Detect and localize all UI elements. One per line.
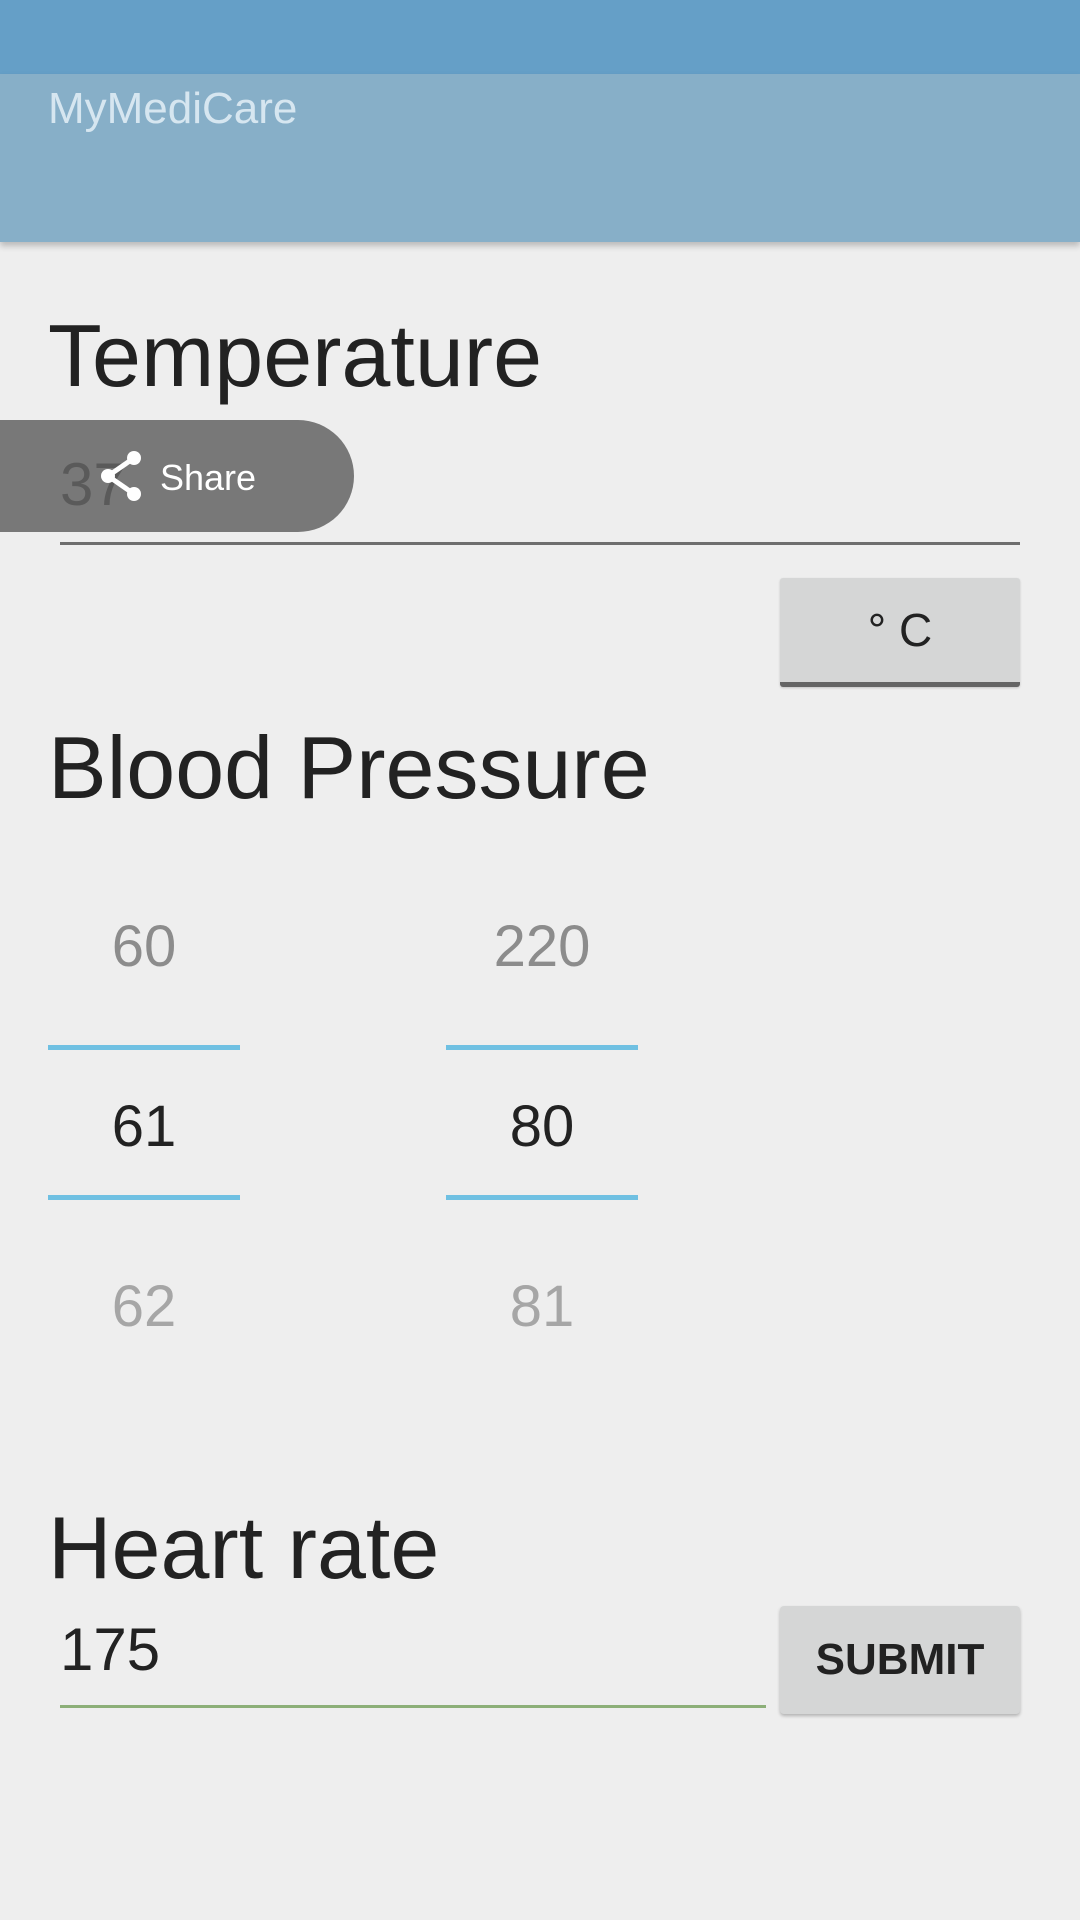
temperature-heading: Temperature — [48, 306, 543, 405]
share-icon — [101, 451, 141, 501]
blood-pressure-heading: Blood Pressure — [48, 718, 650, 817]
picker-option-below[interactable]: 62 — [48, 1278, 240, 1336]
app-bar: MyMediCare — [0, 74, 1080, 242]
temperature-unit-button[interactable]: ° C — [780, 578, 1020, 687]
app-title: MyMediCare — [48, 84, 298, 133]
picker-divider-top — [446, 1045, 638, 1050]
picker-selected-value[interactable]: 61 — [48, 1098, 240, 1156]
picker-divider-bottom — [446, 1195, 638, 1200]
heart-rate-heading: Heart rate — [48, 1498, 440, 1597]
picker-option-above[interactable]: 220 — [446, 918, 638, 976]
picker-option-above[interactable]: 60 — [48, 918, 240, 976]
picker-option-below[interactable]: 81 — [446, 1278, 638, 1336]
picker-selected-value[interactable]: 80 — [446, 1098, 638, 1156]
submit-button[interactable]: SUBMIT — [780, 1606, 1020, 1714]
heart-rate-value: 175 — [60, 1616, 161, 1683]
picker-divider-bottom — [48, 1195, 240, 1200]
heart-rate-input[interactable]: 175 — [60, 1595, 766, 1708]
share-label: Share — [160, 457, 257, 498]
picker-divider-top — [48, 1045, 240, 1050]
status-bar — [0, 0, 1080, 74]
